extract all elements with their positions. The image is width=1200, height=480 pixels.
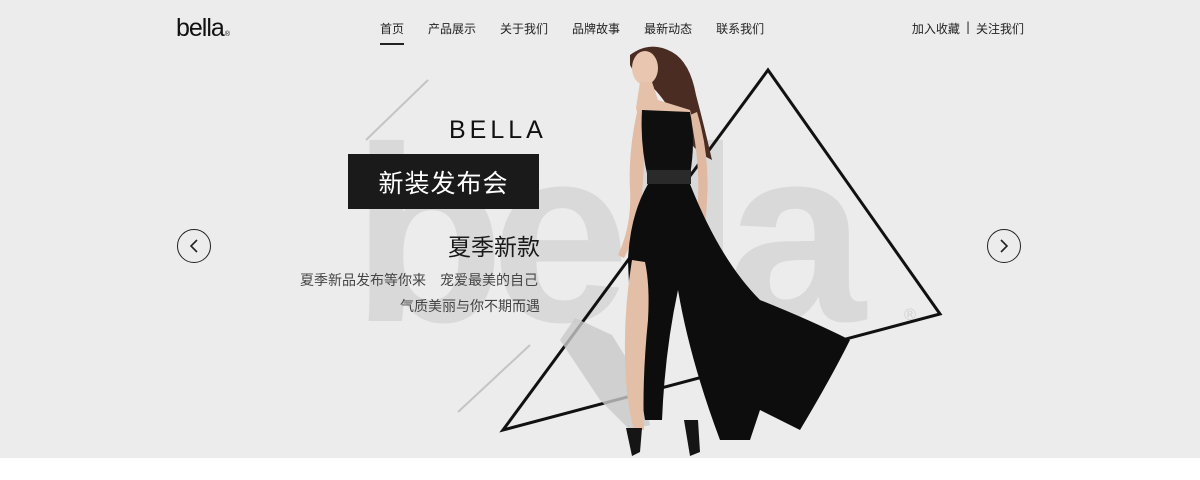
banner-title: 新装发布会 bbox=[348, 154, 539, 209]
chevron-right-icon bbox=[1000, 239, 1009, 253]
follow-us-link[interactable]: 关注我们 bbox=[976, 20, 1024, 37]
main-nav: 首页 产品展示 关于我们 品牌故事 最新动态 联系我们 bbox=[368, 20, 776, 45]
nav-item-products[interactable]: 产品展示 bbox=[416, 20, 488, 45]
nav-item-home[interactable]: 首页 bbox=[368, 20, 416, 45]
banner-subtitle: 夏季新款 bbox=[448, 235, 540, 261]
next-slide-button[interactable] bbox=[987, 229, 1021, 263]
prev-slide-button[interactable] bbox=[177, 229, 211, 263]
banner-decoration bbox=[365, 46, 943, 456]
top-links: 加入收藏 | 关注我们 bbox=[912, 20, 1024, 37]
banner-description-line2: 气质美丽与你不期而遇 bbox=[400, 299, 540, 315]
nav-item-about[interactable]: 关于我们 bbox=[488, 20, 560, 45]
link-separator: | bbox=[965, 20, 970, 34]
brand-logo[interactable]: bella® bbox=[176, 14, 230, 43]
nav-item-news[interactable]: 最新动态 bbox=[632, 20, 704, 45]
chevron-left-icon bbox=[189, 239, 198, 253]
banner-description-line1: 夏季新品发布等你来 宠爱最美的自己 bbox=[300, 273, 538, 289]
add-favorite-link[interactable]: 加入收藏 bbox=[912, 20, 960, 37]
page-bottom-strip bbox=[0, 458, 1200, 480]
logo-text: bella bbox=[176, 14, 225, 42]
nav-item-brand-story[interactable]: 品牌故事 bbox=[560, 20, 632, 45]
logo-registered-mark: ® bbox=[224, 31, 230, 38]
deco-line-bottom bbox=[457, 344, 531, 413]
banner-brand: BELLA bbox=[449, 116, 547, 144]
model-figure bbox=[618, 46, 850, 456]
hero-banner: bella ® bella® 首页 产品展示 关于我们 品牌故事 最新动态 联系… bbox=[0, 0, 1200, 458]
deco-line-top bbox=[365, 79, 429, 141]
nav-item-contact[interactable]: 联系我们 bbox=[704, 20, 776, 45]
